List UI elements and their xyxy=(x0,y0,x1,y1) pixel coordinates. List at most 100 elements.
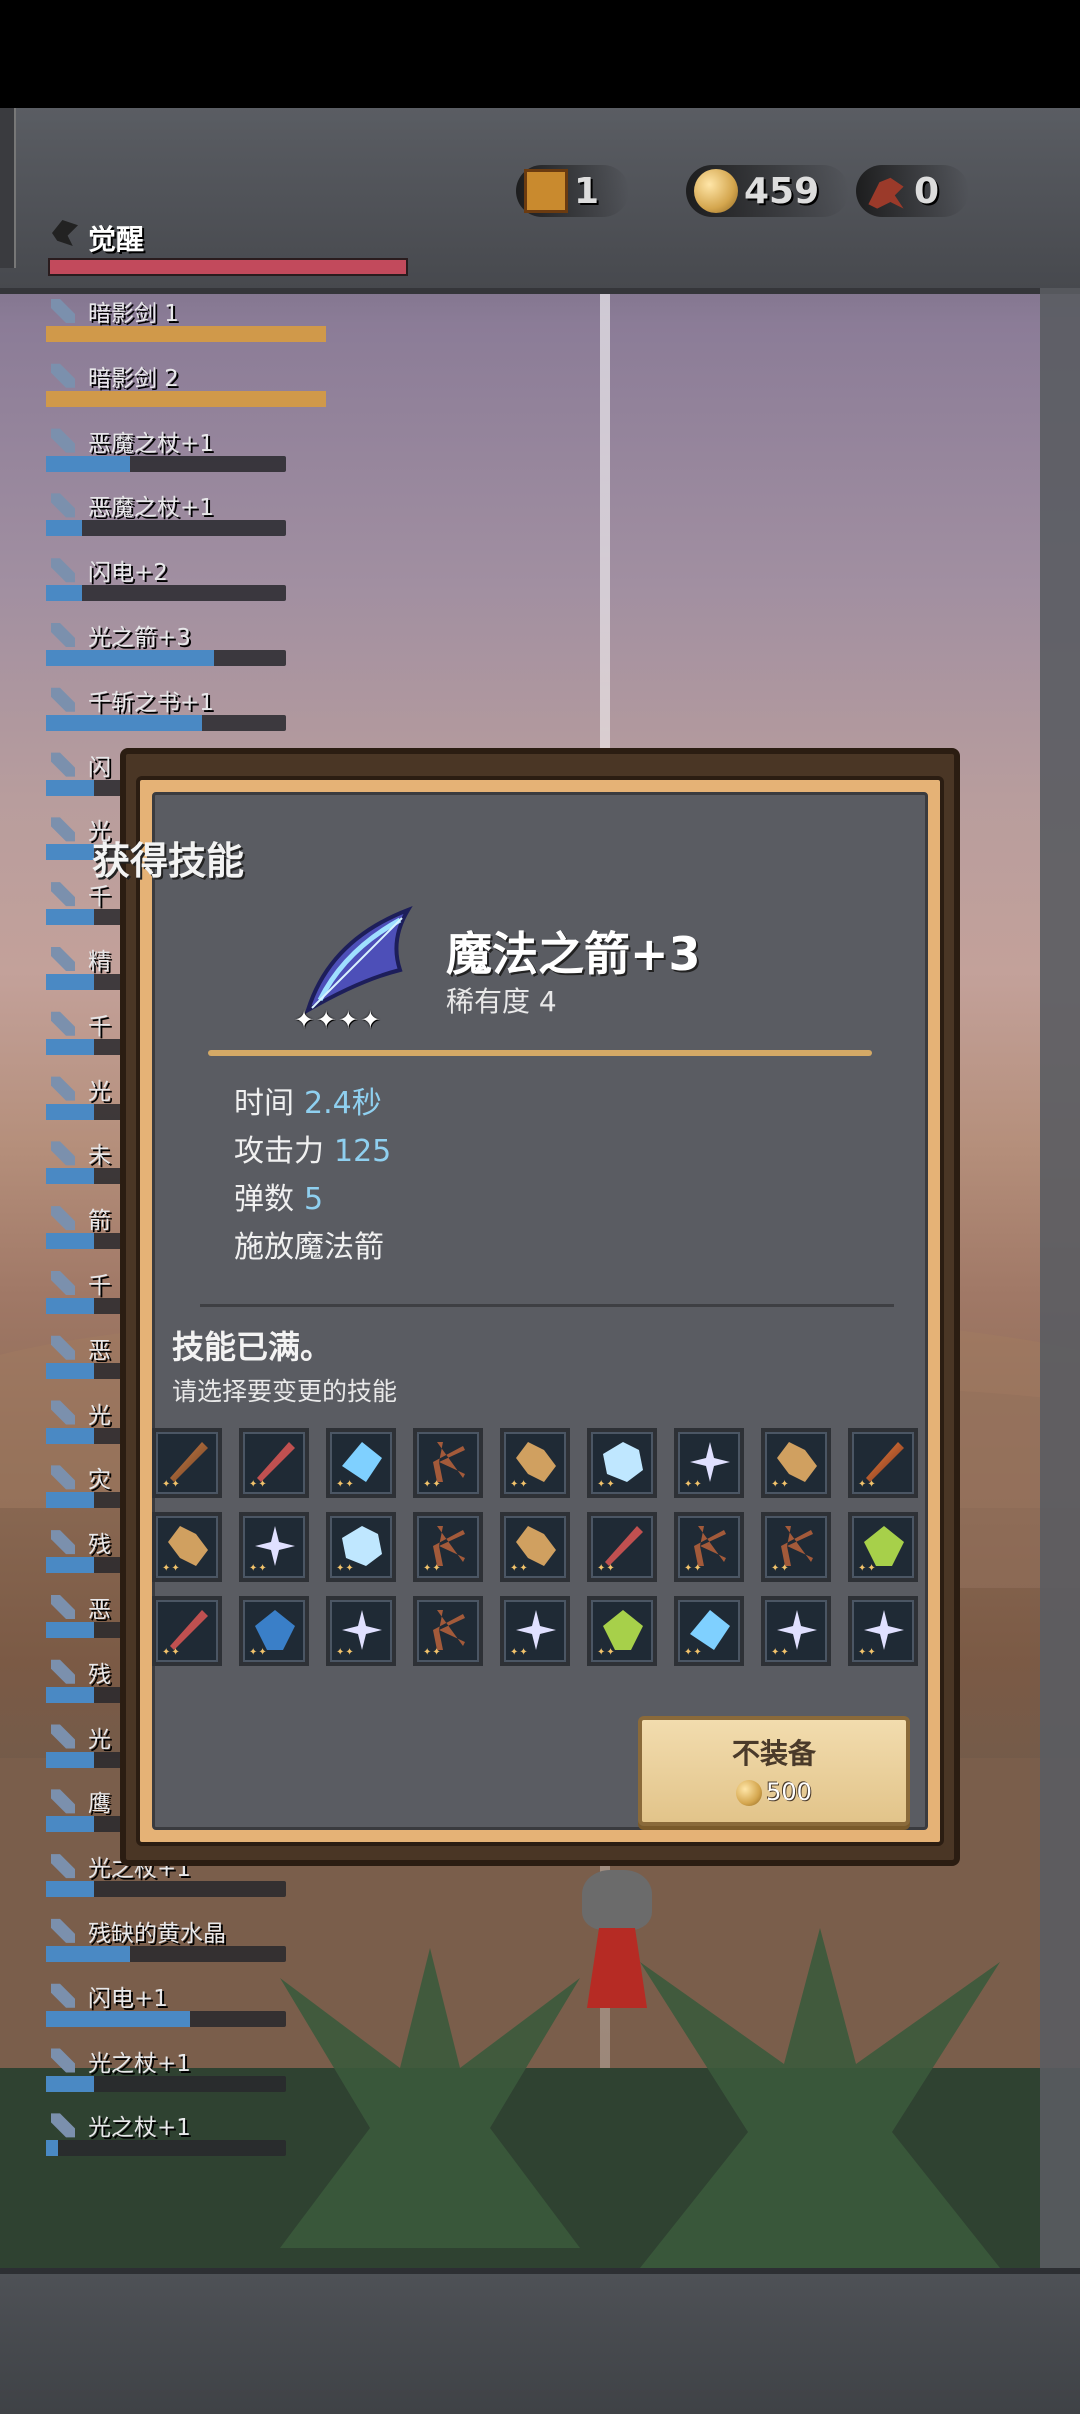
slot-stars: ✦✦ xyxy=(684,1563,703,1574)
skill-icon xyxy=(51,1400,75,1425)
skill-list-item: 闪电+2 xyxy=(44,549,364,614)
slot-stars: ✦✦ xyxy=(771,1647,790,1658)
skill-list-label: 暗影剑 1 xyxy=(88,301,179,327)
bow-icon xyxy=(433,1442,465,1482)
shine-icon xyxy=(864,1610,904,1650)
skill-slot-ice[interactable]: ✦✦ xyxy=(326,1512,396,1582)
skill-slot-shine[interactable]: ✦✦ xyxy=(326,1596,396,1666)
slot-stars: ✦✦ xyxy=(510,1647,529,1658)
skill-progress-bar xyxy=(46,2140,286,2157)
blue-icon xyxy=(255,1610,295,1650)
skill-slot-bow[interactable]: ✦✦ xyxy=(413,1512,483,1582)
skill-slot-ice[interactable]: ✦✦ xyxy=(587,1428,657,1498)
skill-icon xyxy=(51,1918,75,1943)
skill-list-item: 暗影剑 2 xyxy=(44,355,364,420)
choose-skill-message: 请选择要变更的技能 xyxy=(172,1377,398,1406)
skill-list-item: 千斩之书+1 xyxy=(44,679,364,744)
skill-slot-gem[interactable]: ✦✦ xyxy=(587,1596,657,1666)
slot-stars: ✦✦ xyxy=(249,1647,268,1658)
dialog-title: 获得技能 xyxy=(92,839,245,883)
skill-list-label: 千斩之书+1 xyxy=(88,689,214,716)
staff-icon xyxy=(170,1610,208,1650)
skill-icon xyxy=(51,2113,75,2138)
skill-icon xyxy=(51,1011,75,1036)
skill-slot-bow[interactable]: ✦✦ xyxy=(413,1596,483,1666)
skill-slot-scroll[interactable]: ✦✦ xyxy=(500,1512,570,1582)
skill-progress-bar xyxy=(46,390,326,407)
skill-slot-shine[interactable]: ✦✦ xyxy=(848,1596,918,1666)
skill-slot-sword[interactable]: ✦✦ xyxy=(152,1428,222,1498)
skill-progress-bar xyxy=(46,714,286,731)
slot-stars: ✦✦ xyxy=(684,1647,703,1658)
slot-stars: ✦✦ xyxy=(597,1563,616,1574)
skill-icon xyxy=(51,1854,75,1879)
skill-slot-staff[interactable]: ✦✦ xyxy=(152,1596,222,1666)
section-divider xyxy=(200,1304,894,1307)
skill-slot-fire[interactable]: ✦✦ xyxy=(848,1428,918,1498)
unequip-button[interactable]: 不装备 500 xyxy=(638,1716,910,1826)
unequip-cost: 500 xyxy=(642,1778,906,1806)
skill-icon xyxy=(51,687,75,712)
skill-list-label: 千 xyxy=(88,1272,111,1299)
skill-slot-bow[interactable]: ✦✦ xyxy=(413,1428,483,1498)
skill-list-label: 箭 xyxy=(88,1208,111,1235)
slot-stars: ✦✦ xyxy=(858,1563,877,1574)
attack-value: 125 xyxy=(334,1134,392,1169)
skill-slot-scroll[interactable]: ✦✦ xyxy=(500,1428,570,1498)
skill-list-item: 闪电+1 xyxy=(44,1975,364,2040)
coin-icon xyxy=(736,1780,763,1806)
skill-list-label: 千 xyxy=(88,1013,111,1040)
slot-stars: ✦✦ xyxy=(423,1647,442,1658)
skill-progress-bar xyxy=(46,2010,286,2027)
skill-slot-shine[interactable]: ✦✦ xyxy=(239,1512,309,1582)
skills-full-message: 技能已满。 xyxy=(172,1328,333,1366)
skill-list-label: 残 xyxy=(88,1661,111,1688)
skill-list-label: 精 xyxy=(88,948,111,975)
skill-slot-shine[interactable]: ✦✦ xyxy=(674,1428,744,1498)
skill-list-item: 光之杖+1 xyxy=(44,2104,364,2169)
status-bar xyxy=(0,0,1080,108)
skill-list-label: 鹰 xyxy=(88,1791,111,1818)
skill-icon xyxy=(51,1530,75,1555)
skill-slot-scroll[interactable]: ✦✦ xyxy=(761,1428,831,1498)
slot-stars: ✦✦ xyxy=(336,1479,355,1490)
slot-stars: ✦✦ xyxy=(423,1479,442,1490)
skill-list-label: 光 xyxy=(88,1402,111,1429)
skill-slot-blue[interactable]: ✦✦ xyxy=(239,1596,309,1666)
skill-slot-shine[interactable]: ✦✦ xyxy=(761,1596,831,1666)
skill-progress-bar xyxy=(46,1945,286,1962)
slot-stars: ✦✦ xyxy=(249,1563,268,1574)
time-value: 2.4秒 xyxy=(304,1086,382,1121)
skill-list-item: 恶魔之杖+1 xyxy=(44,484,364,549)
player-character xyxy=(572,1870,662,2020)
shine-icon xyxy=(516,1610,556,1650)
skill-slot-crystal[interactable]: ✦✦ xyxy=(326,1428,396,1498)
skill-slot-bow[interactable]: ✦✦ xyxy=(674,1512,744,1582)
skill-icon xyxy=(51,1076,75,1101)
skill-list-label: 光之箭+3 xyxy=(88,624,191,651)
skill-slot-staff[interactable]: ✦✦ xyxy=(239,1428,309,1498)
slot-stars: ✦✦ xyxy=(423,1563,442,1574)
awaken-bar xyxy=(48,258,408,276)
skill-slot-shine[interactable]: ✦✦ xyxy=(500,1596,570,1666)
skill-name: 魔法之箭+3 xyxy=(446,927,701,981)
skill-slot-bow[interactable]: ✦✦ xyxy=(761,1512,831,1582)
skill-list-item: 残缺的黄水晶 xyxy=(44,1910,364,1975)
skill-slot-gem[interactable]: ✦✦ xyxy=(848,1512,918,1582)
ice-icon xyxy=(603,1442,643,1482)
skill-icon xyxy=(51,946,75,971)
slot-stars: ✦✦ xyxy=(771,1479,790,1490)
stat-attack: 攻击力 125 xyxy=(234,1134,392,1169)
skill-list-item: 光之箭+3 xyxy=(44,614,364,679)
skill-slot-staff[interactable]: ✦✦ xyxy=(587,1512,657,1582)
skill-slot-scroll[interactable]: ✦✦ xyxy=(152,1512,222,1582)
skill-list-item: 光之杖+1 xyxy=(44,2040,364,2105)
skill-list-item: 恶魔之杖+1 xyxy=(44,420,364,485)
gem-icon xyxy=(603,1610,643,1650)
awaken-label: 觉醒 xyxy=(88,223,145,256)
awaken-gauge: 觉醒 xyxy=(48,210,408,276)
stat-bullets: 弹数 5 xyxy=(234,1182,324,1217)
scroll-icon xyxy=(777,1442,817,1482)
skill-slot-crystal[interactable]: ✦✦ xyxy=(674,1596,744,1666)
scroll-icon xyxy=(516,1442,556,1482)
